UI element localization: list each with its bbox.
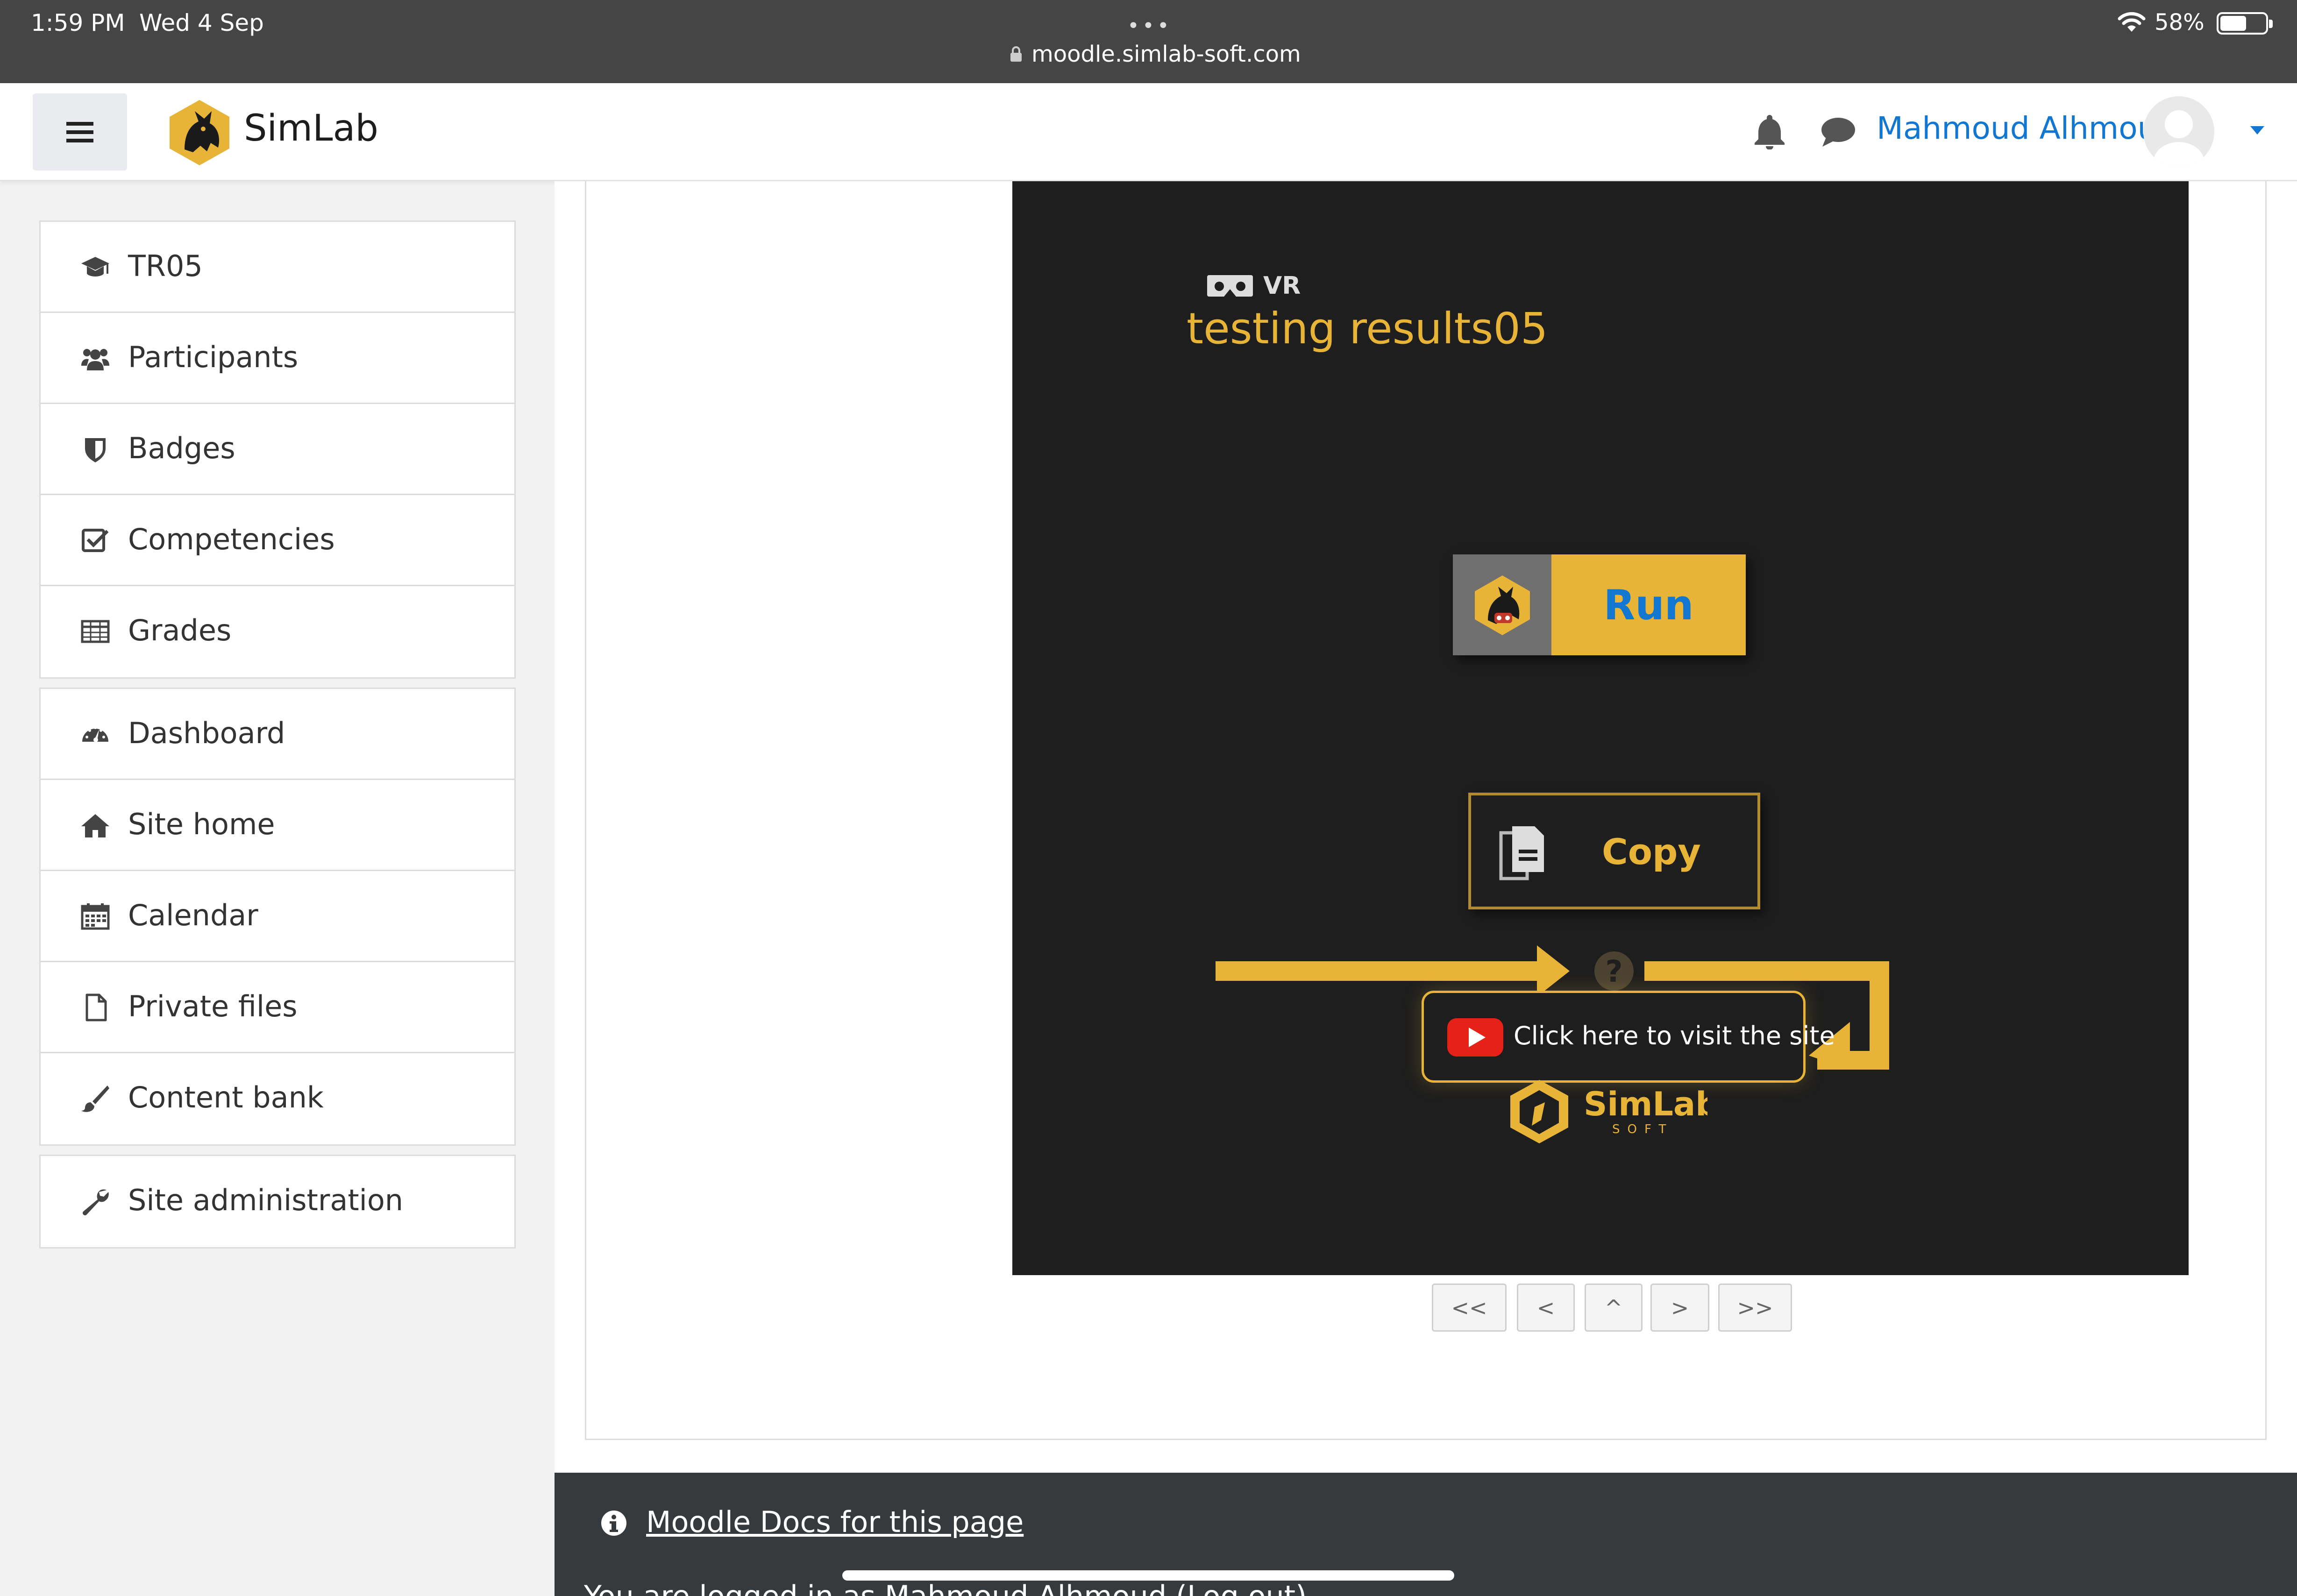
drawer-item-label: Content bank — [128, 1080, 324, 1114]
hamburger-icon — [66, 121, 93, 142]
top-navbar: SimLab Mahmoud Alhmoud — [0, 83, 2297, 181]
drawer-item-participants[interactable]: Participants — [41, 313, 514, 404]
drawer-item-badges[interactable]: Badges — [41, 404, 514, 495]
wifi-icon — [2118, 12, 2146, 32]
pager-prev-button[interactable]: < — [1517, 1284, 1575, 1332]
drawer-item-label: Site administration — [128, 1183, 404, 1217]
drawer-item-label: TR05 — [128, 249, 203, 283]
home-indicator[interactable] — [842, 1570, 1454, 1581]
vr-badge: VR — [1206, 272, 1301, 300]
drawer-item-site-home[interactable]: Site home — [41, 780, 514, 871]
copy-label: Copy — [1602, 831, 1701, 872]
battery-icon — [2217, 12, 2273, 35]
logo-name: SimLab — [1584, 1085, 1707, 1123]
copy-button[interactable]: Copy — [1468, 793, 1760, 909]
paintbrush-icon — [79, 1084, 112, 1113]
drawer-item-label: Grades — [128, 613, 232, 647]
logo-sub: SOFT — [1612, 1122, 1673, 1136]
vr-label: VR — [1263, 272, 1301, 300]
visit-site-label: Click here to visit the site — [1514, 1021, 1835, 1050]
site-name[interactable]: SimLab — [244, 107, 378, 149]
drawer-item-label: Calendar — [128, 898, 258, 932]
moodle-docs-link[interactable]: Moodle Docs for this page — [646, 1505, 1024, 1539]
drawer-item-label: Site home — [128, 807, 275, 841]
info-circle-icon — [601, 1511, 626, 1536]
user-avatar[interactable] — [2143, 96, 2214, 167]
drawer-admin-nav: Site administration — [39, 1155, 516, 1248]
status-date: Wed 4 Sep — [139, 9, 264, 36]
drawer-item-label: Private files — [128, 989, 298, 1023]
pager-next-button[interactable]: > — [1650, 1284, 1709, 1332]
simlab-soft-logo: SimLab SOFT — [1510, 1080, 1707, 1143]
help-glyph: ? — [1605, 955, 1622, 989]
user-menu-name[interactable]: Mahmoud Alhmoud — [1877, 110, 2176, 146]
drawer-item-label: Competencies — [128, 522, 335, 556]
drawer-item-label: Dashboard — [128, 716, 285, 750]
simlab-vr-logo-icon — [1474, 575, 1530, 635]
drawer-item-label: Participants — [128, 340, 299, 374]
message-bubble-icon[interactable] — [1820, 116, 1856, 149]
drawer-toggle-button[interactable] — [33, 93, 127, 170]
pager-up-button[interactable]: ^ — [1585, 1284, 1643, 1332]
drawer-item-content-bank[interactable]: Content bank — [41, 1053, 514, 1144]
drawer-item-calendar[interactable]: Calendar — [41, 871, 514, 962]
activity-title: testing results05 — [1187, 304, 1548, 354]
wrench-icon — [79, 1187, 112, 1216]
multitask-dots[interactable]: ••• — [1127, 14, 1172, 38]
ios-status-bar: 1:59 PM Wed 4 Sep ••• moodle.simlab-soft… — [0, 0, 2297, 83]
url-text: moodle.simlab-soft.com — [1031, 41, 1301, 67]
status-time: 1:59 PM — [31, 9, 125, 36]
run-label: Run — [1603, 581, 1694, 629]
default-user-icon — [2154, 110, 2204, 167]
run-icon-box — [1453, 554, 1551, 655]
drawer-site-nav: Dashboard Site home Calendar Private files C… — [39, 688, 516, 1146]
users-icon — [79, 344, 112, 373]
address-bar[interactable]: moodle.simlab-soft.com — [1009, 41, 1301, 67]
youtube-play-icon — [1447, 1018, 1503, 1057]
run-button[interactable]: Run — [1453, 554, 1746, 655]
check-square-icon — [79, 526, 112, 555]
shield-icon — [79, 435, 112, 464]
drawer-item-grades[interactable]: Grades — [41, 586, 514, 677]
simlab-logo-icon[interactable] — [166, 97, 234, 167]
drawer-item-competencies[interactable]: Competencies — [41, 495, 514, 586]
pager-last-button[interactable]: >> — [1718, 1284, 1792, 1332]
graduation-cap-icon — [79, 253, 112, 282]
visit-site-button[interactable]: Click here to visit the site — [1422, 991, 1835, 1083]
dashboard-gauge-icon — [79, 720, 112, 749]
calendar-icon — [79, 902, 112, 931]
lock-icon — [1010, 46, 1022, 62]
battery-percent: 58% — [2155, 9, 2205, 35]
drawer-item-tr05[interactable]: TR05 — [41, 222, 514, 313]
home-icon — [79, 811, 112, 840]
drawer-item-site-administration[interactable]: Site administration — [41, 1156, 514, 1247]
table-icon — [79, 617, 112, 646]
file-icon — [79, 993, 112, 1022]
copy-document-icon — [1499, 826, 1544, 880]
chevron-down-icon[interactable] — [2249, 125, 2265, 135]
drawer-item-dashboard[interactable]: Dashboard — [41, 689, 514, 780]
drawer-course-nav: TR05 Participants Badges Competencies Grades — [39, 220, 516, 679]
battery-fill — [2220, 16, 2246, 31]
drawer-item-private-files[interactable]: Private files — [41, 962, 514, 1053]
pager-first-button[interactable]: << — [1432, 1284, 1507, 1332]
bell-icon[interactable] — [1753, 113, 1786, 149]
vr-headset-icon — [1207, 275, 1253, 297]
drawer-item-label: Badges — [128, 431, 235, 465]
